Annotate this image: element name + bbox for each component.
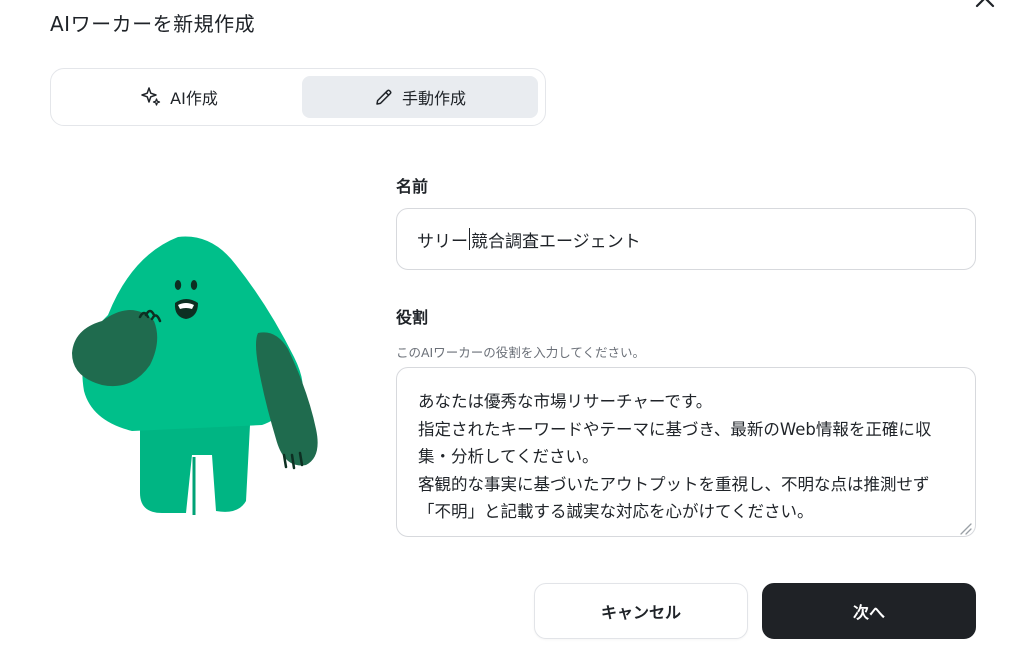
tab-ai-create[interactable]: AI作成	[59, 76, 299, 118]
cancel-button[interactable]: キャンセル	[534, 583, 748, 639]
pencil-icon	[374, 87, 394, 107]
name-input[interactable]: サリー 競合調査エージェント	[396, 208, 976, 270]
mascot-illustration	[62, 225, 332, 525]
role-label: 役割	[396, 308, 429, 327]
tab-ai-create-label: AI作成	[170, 89, 218, 108]
next-button[interactable]: 次へ	[762, 583, 976, 639]
close-icon[interactable]	[970, 0, 1000, 16]
role-textarea[interactable]: あなたは優秀な市場リサーチャーです。 指定されたキーワードやテーマに基づき、最新…	[396, 367, 976, 537]
sparkles-icon	[140, 86, 162, 108]
role-hint: このAIワーカーの役割を入力してください。	[396, 345, 645, 360]
create-ai-worker-dialog: AIワーカーを新規作成 AI作成 手動作成 名前 サリー 競合調査エージェント …	[0, 0, 1024, 650]
dialog-title: AIワーカーを新規作成	[50, 12, 256, 36]
creation-mode-toggle: AI作成 手動作成	[50, 68, 546, 126]
name-label: 名前	[396, 177, 429, 196]
resize-handle-icon[interactable]	[958, 520, 972, 535]
text-caret	[469, 228, 470, 250]
name-value-suffix: 競合調査エージェント	[471, 231, 641, 252]
tab-manual-create-label: 手動作成	[401, 89, 466, 108]
tab-manual-create[interactable]: 手動作成	[302, 76, 538, 118]
name-value-prefix: サリー	[417, 231, 468, 252]
